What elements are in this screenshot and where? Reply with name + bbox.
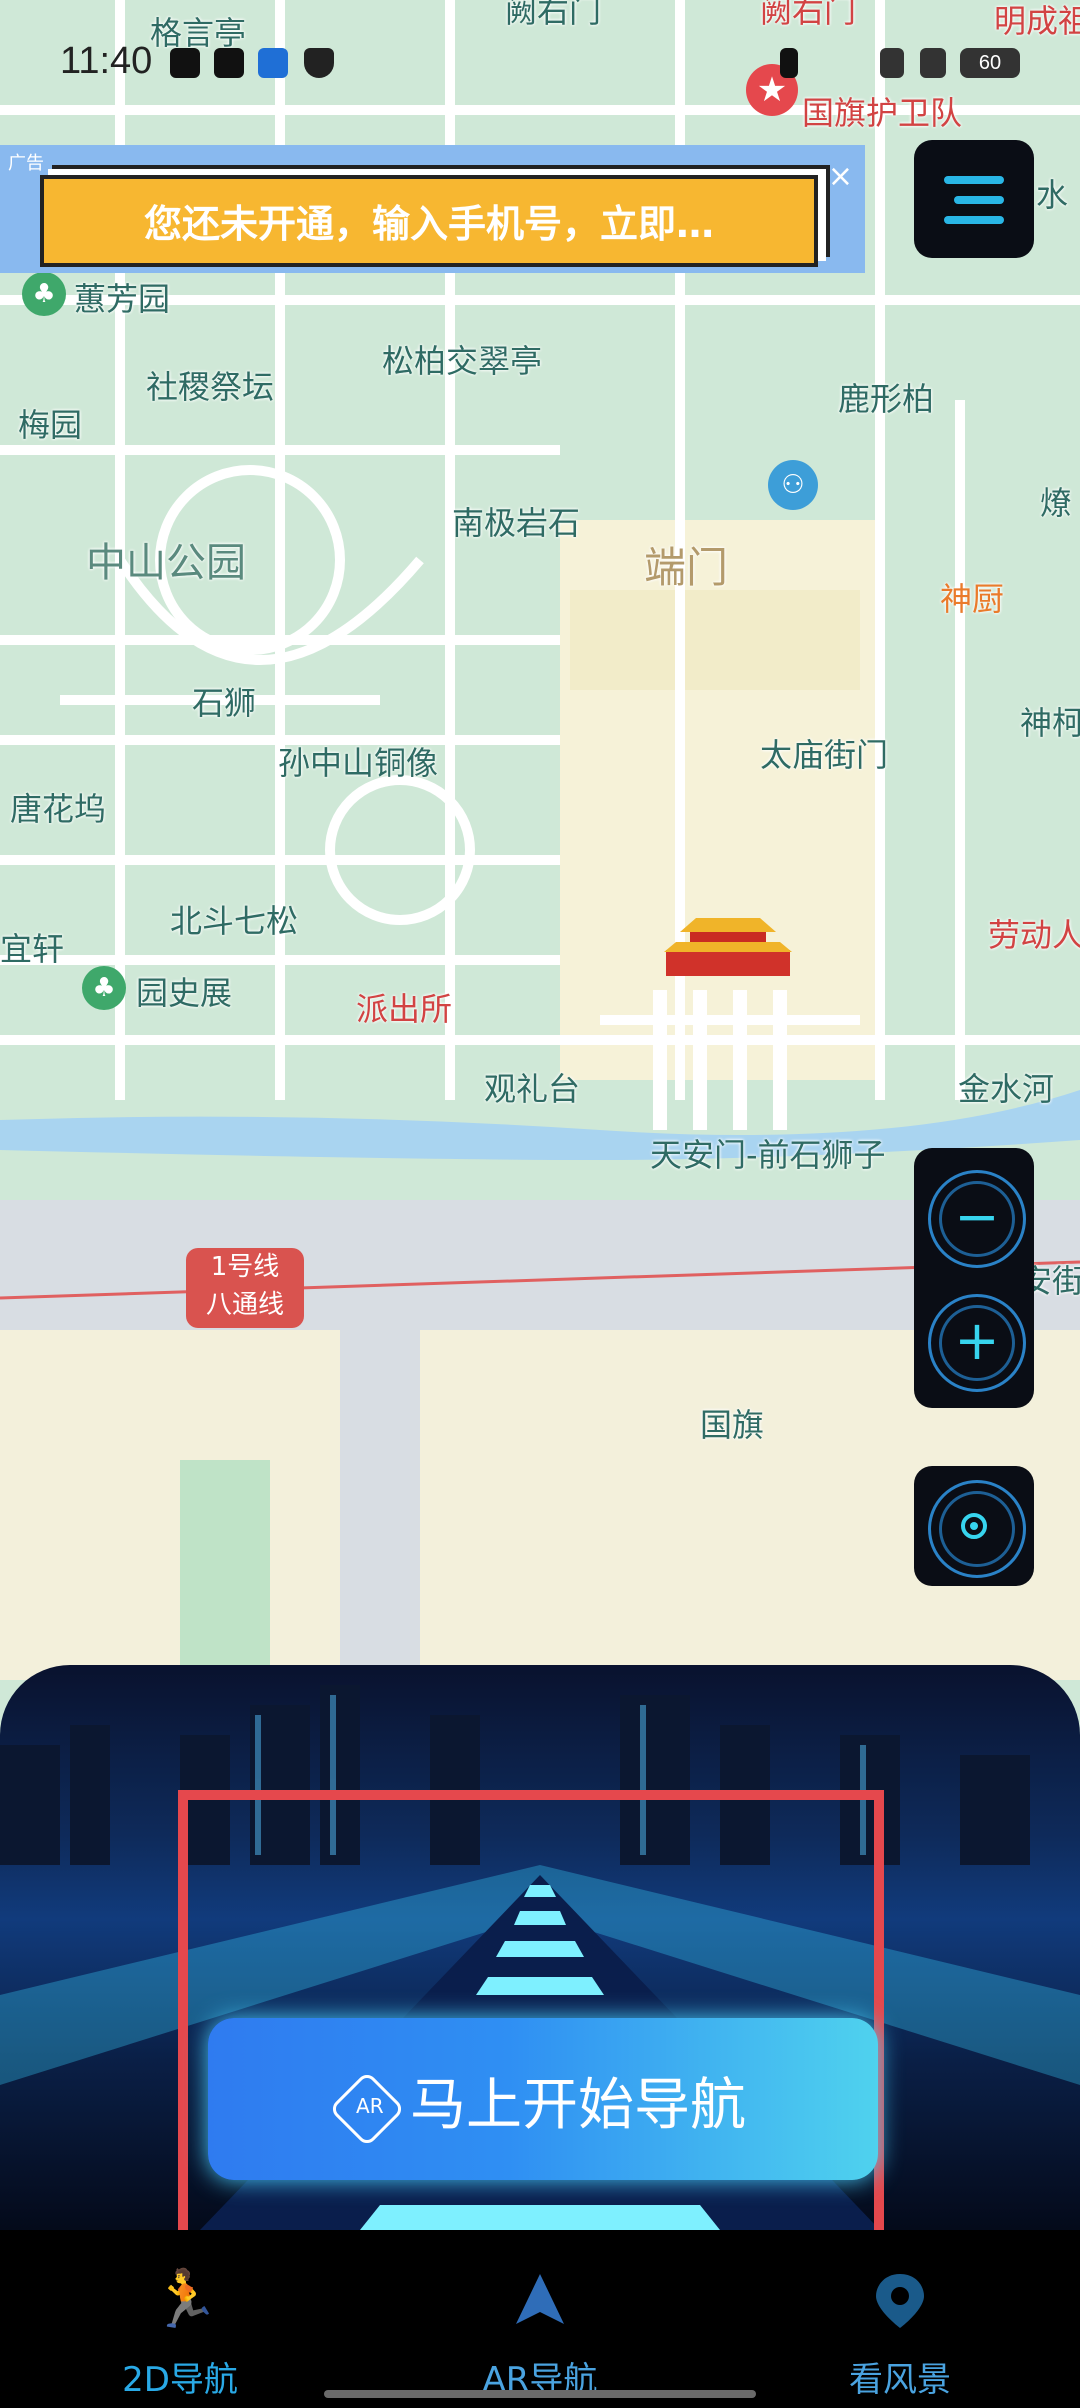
metro-line-label: 八通线 — [205, 1290, 284, 1320]
home-indicator[interactable] — [324, 2390, 756, 2398]
vibrate-icon — [780, 48, 798, 78]
close-icon[interactable]: × — [828, 159, 853, 194]
zoom-out-button[interactable]: − — [928, 1170, 1026, 1268]
map-label: 宜轩 — [0, 930, 65, 968]
ar-icon: AR — [328, 2070, 406, 2148]
walking-person-icon: 🏃 — [150, 2267, 220, 2332]
menu-line — [954, 196, 1004, 204]
map-label: 神柯 — [1020, 704, 1080, 742]
map-label: 北斗七松 — [170, 902, 299, 940]
tab-label: 看风景 — [849, 2360, 951, 2400]
map-label: 鹿形柏 — [838, 380, 935, 418]
locate-button[interactable] — [914, 1466, 1034, 1586]
ad-banner[interactable]: 广告 您还未开通，输入手机号，立即… × — [0, 145, 865, 273]
map-label: 燎 — [1040, 484, 1073, 522]
metro-line-label: 1号线 — [210, 1252, 280, 1282]
park-icon: ♣ — [22, 272, 66, 316]
map-label: 中山公园 — [86, 540, 246, 586]
message-icon — [214, 48, 244, 78]
status-bar: 11:40 60 — [0, 40, 1080, 92]
map-label: 观礼台 — [484, 1070, 581, 1108]
location-pin-icon — [870, 2270, 930, 2330]
map-label: 松柏交翠亭 — [382, 342, 543, 380]
tab-label: 2D导航 — [122, 2360, 238, 2400]
map-label: 国旗护卫队 — [802, 94, 963, 132]
ad-tag: 广告 — [8, 153, 44, 174]
map-label: 太庙街门 — [760, 736, 889, 774]
map-label: 南极岩石 — [452, 504, 581, 542]
map-label: 明成祖 — [994, 2, 1080, 40]
target-icon — [928, 1480, 1026, 1578]
battery-icon: 60 — [960, 48, 1020, 78]
tab-scenery[interactable]: 看风景 — [720, 2230, 1080, 2408]
map-label: 天安门-前石狮子 — [650, 1136, 886, 1174]
toilet-icon: ⚇ — [768, 460, 818, 510]
bottom-tab-bar: 🏃 2D导航 AR导航 看风景 — [0, 2230, 1080, 2408]
park-icon: ♣ — [82, 966, 126, 1010]
navigation-arrow-icon — [510, 2270, 570, 2330]
start-navigation-text: 马上开始导航 — [410, 2073, 746, 2138]
map-label: 水 — [1036, 176, 1069, 214]
start-navigation-button[interactable]: AR 马上开始导航 — [208, 2018, 878, 2180]
map-label: 社稷祭坛 — [146, 368, 275, 406]
map-label: 神厨 — [940, 580, 1005, 618]
app-icon — [258, 48, 288, 78]
metro-badge: 1号线 八通线 — [186, 1248, 304, 1328]
start-navigation-label: AR 马上开始导航 — [208, 2060, 878, 2148]
map-label: 劳动人 — [988, 916, 1080, 954]
map-label: 蕙芳园 — [74, 280, 171, 318]
ad-text: 您还未开通，输入手机号，立即… — [143, 202, 714, 246]
map-label: 金水河 — [958, 1070, 1055, 1108]
plus-icon: + — [954, 1309, 1000, 1372]
map-label: 派出所 — [356, 990, 453, 1028]
map-label: 园史展 — [136, 974, 233, 1012]
zoom-in-button[interactable]: + — [928, 1294, 1026, 1392]
map-label: 端门 — [644, 543, 729, 592]
signal-off-icon — [880, 48, 904, 78]
ar-badge-text: AR — [356, 2094, 384, 2119]
menu-button[interactable] — [914, 140, 1034, 258]
tiktok-icon — [170, 48, 200, 78]
minus-icon: − — [954, 1185, 1000, 1248]
ad-card[interactable]: 您还未开通，输入手机号，立即… — [40, 175, 818, 267]
wifi-icon — [920, 48, 946, 78]
shield-icon — [304, 48, 334, 78]
map-label: 国旗 — [700, 1406, 765, 1444]
map-label: 唐花坞 — [10, 790, 107, 828]
map-label: 阙右门 — [505, 0, 602, 30]
zoom-controls: − + — [914, 1148, 1034, 1408]
menu-line — [944, 176, 1004, 184]
map-label: 阙右门 — [760, 0, 857, 30]
tab-ar-navigation[interactable]: AR导航 — [360, 2230, 720, 2408]
map-label: 孙中山铜像 — [278, 744, 439, 782]
tab-2d-navigation[interactable]: 🏃 2D导航 — [0, 2230, 360, 2408]
map-label: 石狮 — [192, 684, 257, 722]
menu-line — [944, 216, 1004, 224]
map-label: 梅园 — [18, 406, 83, 444]
status-time: 11:40 — [60, 40, 153, 82]
